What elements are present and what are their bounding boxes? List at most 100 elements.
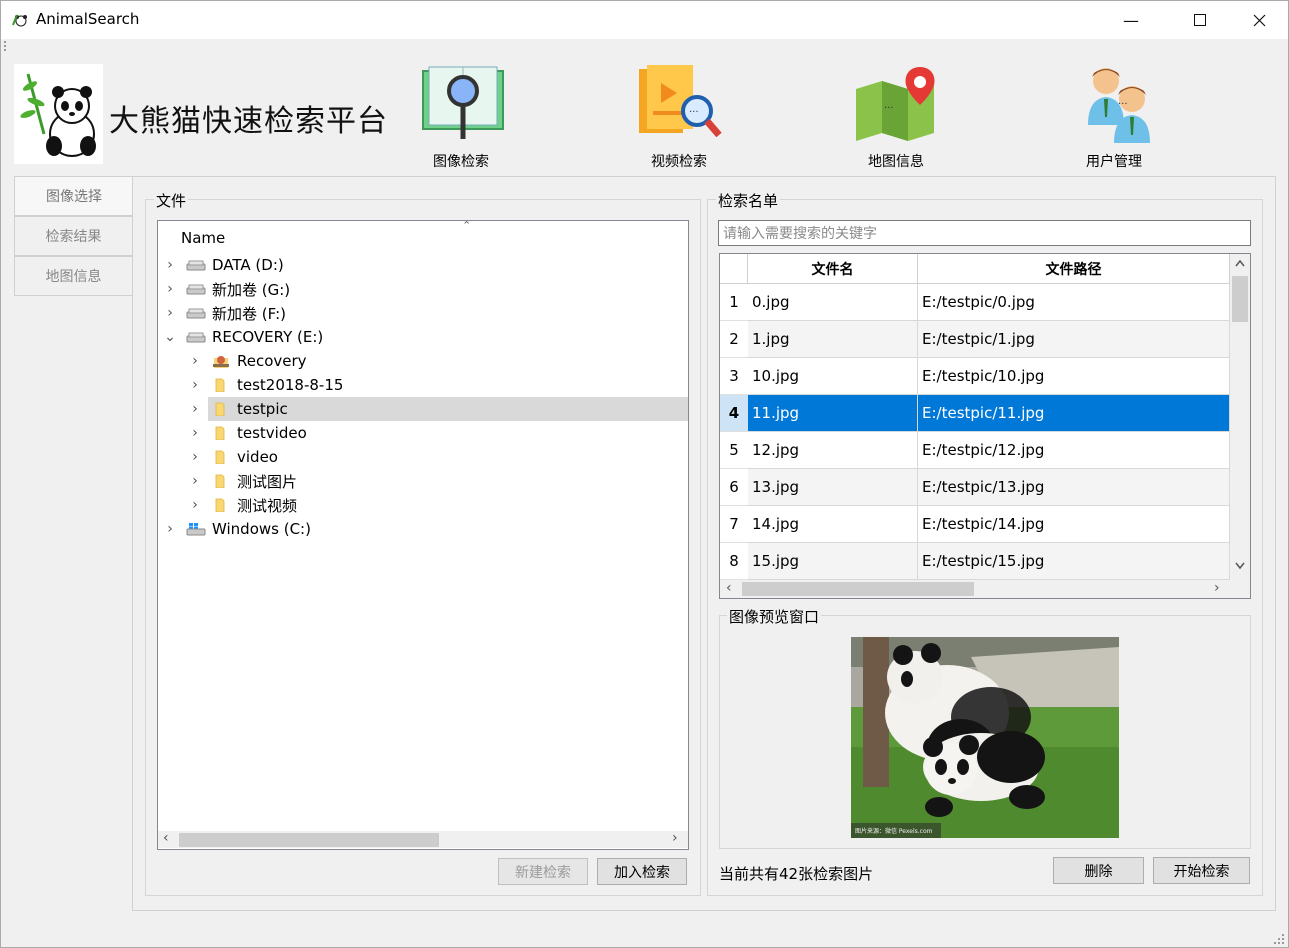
folder-icon (215, 402, 225, 416)
tree-item-label: DATA (D:) (212, 256, 284, 274)
folder-icon (215, 450, 225, 464)
tab-search-results[interactable]: 检索结果 (14, 216, 133, 256)
filepath-cell[interactable]: E:/testpic/1.jpg (918, 321, 1230, 358)
drive-icon (186, 284, 206, 295)
row-number[interactable]: 6 (720, 469, 748, 506)
start-search-button[interactable]: 开始检索 (1153, 857, 1250, 884)
chevron-right-icon[interactable]: › (189, 449, 201, 465)
image-search-label: 图像检索 (433, 154, 489, 170)
tree-item[interactable]: › Windows (C:) (158, 517, 688, 541)
close-button[interactable] (1236, 1, 1282, 39)
scroll-left-icon[interactable]: ‹ (163, 830, 169, 846)
filename-cell[interactable]: 14.jpg (748, 506, 918, 543)
map-info-tool[interactable]: ··· 地图信息 (836, 63, 956, 173)
scroll-right-icon[interactable]: › (672, 830, 678, 846)
resize-grip-icon[interactable] (1273, 933, 1285, 945)
table-scroll-right-icon[interactable]: › (1214, 580, 1220, 596)
filename-cell[interactable]: 11.jpg (748, 395, 918, 432)
tree-item[interactable]: › testpic (192, 397, 688, 421)
chevron-right-icon[interactable]: › (164, 281, 176, 297)
folder-icon (215, 474, 225, 488)
chevron-down-icon[interactable]: ⌄ (164, 329, 176, 345)
video-search-tool[interactable]: ··· 视频检索 (619, 63, 739, 173)
row-number[interactable]: 7 (720, 506, 748, 543)
table-scroll-left-icon[interactable]: ‹ (726, 580, 732, 596)
drive-icon (186, 308, 206, 319)
table-vscroll-thumb[interactable] (1232, 276, 1248, 322)
chevron-right-icon[interactable]: › (189, 497, 201, 513)
row-number[interactable]: 2 (720, 321, 748, 358)
delete-button[interactable]: 删除 (1053, 857, 1144, 884)
new-search-button[interactable]: 新建检索 (498, 858, 588, 885)
filepath-cell[interactable]: E:/testpic/15.jpg (918, 543, 1230, 580)
tree-item[interactable]: › video (158, 445, 688, 469)
tab-map-info[interactable]: 地图信息 (14, 256, 133, 296)
maximize-button[interactable] (1177, 1, 1223, 39)
filename-cell[interactable]: 1.jpg (748, 321, 918, 358)
chevron-right-icon[interactable]: › (189, 377, 201, 393)
tree-item[interactable]: › DATA (D:) (158, 253, 688, 277)
tree-item-label: 新加卷 (G:) (212, 280, 291, 299)
image-search-tool[interactable]: 图像检索 (401, 63, 521, 173)
user-management-tool[interactable]: ··· 用户管理 (1054, 63, 1174, 173)
tree-item[interactable]: ⌄ RECOVERY (E:) (158, 325, 688, 349)
tree-item[interactable]: › test2018-8-15 (158, 373, 688, 397)
windows-drive-icon (186, 523, 206, 536)
tree-horizontal-scrollbar[interactable]: ‹ › (158, 830, 688, 848)
tree-item-label: 测试视频 (237, 496, 298, 515)
filename-cell[interactable]: 0.jpg (748, 284, 918, 321)
filepath-cell[interactable]: E:/testpic/11.jpg (918, 395, 1230, 432)
row-number[interactable]: 5 (720, 432, 748, 469)
chevron-right-icon[interactable]: › (189, 425, 201, 441)
side-tabs: 图像选择 检索结果 地图信息 (14, 176, 133, 296)
tree-item[interactable]: › testvideo (158, 421, 688, 445)
filepath-cell[interactable]: E:/testpic/14.jpg (918, 506, 1230, 543)
filename-cell[interactable]: 10.jpg (748, 358, 918, 395)
window-title: AnimalSearch (36, 10, 140, 28)
chevron-right-icon[interactable]: › (164, 257, 176, 273)
filepath-column-header[interactable]: 文件路径 (918, 254, 1230, 284)
table-hscroll-thumb[interactable] (742, 582, 974, 596)
table-vertical-scrollbar[interactable] (1230, 254, 1250, 580)
keyword-search-input[interactable]: 请输入需要搜索的关键字 (718, 220, 1251, 246)
filename-cell[interactable]: 13.jpg (748, 469, 918, 506)
tree-item-label: RECOVERY (E:) (212, 328, 324, 346)
filename-column-header[interactable]: 文件名 (748, 254, 918, 284)
video-search-label: 视频检索 (651, 154, 707, 170)
row-number[interactable]: 4 (720, 395, 748, 432)
tree-item[interactable]: › 测试图片 (158, 469, 688, 493)
minimize-button[interactable]: — (1108, 1, 1154, 39)
chevron-right-icon[interactable]: › (189, 473, 201, 489)
tab-image-select[interactable]: 图像选择 (14, 176, 133, 216)
row-number[interactable]: 3 (720, 358, 748, 395)
tree-header[interactable]: Name ⌃ (158, 219, 688, 251)
filepath-cell[interactable]: E:/testpic/0.jpg (918, 284, 1230, 321)
row-number[interactable]: 8 (720, 543, 748, 580)
tree-item[interactable]: › 新加卷 (G:) (158, 277, 688, 301)
search-list-table[interactable]: 文件名 文件路径 1 0.jpg E:/testpic/0.jpg 2 1.jpg E:/… (719, 253, 1251, 599)
tree-item[interactable]: › Recovery (158, 349, 688, 373)
toolbar-grip[interactable] (4, 41, 7, 51)
magnifier-book-icon (422, 66, 504, 139)
file-tree[interactable]: Name ⌃ › DATA (D:) › 新加卷 (G:) › 新加卷 (F:) ⌄ RECO… (157, 219, 689, 850)
tree-item[interactable]: › 新加卷 (F:) (158, 301, 688, 325)
users-icon: ··· (1088, 68, 1150, 143)
tree-item-label: 新加卷 (F:) (212, 304, 286, 323)
tree-item[interactable]: › 测试视频 (158, 493, 688, 517)
table-horizontal-scrollbar[interactable]: ‹ › (720, 580, 1250, 598)
chevron-right-icon[interactable]: › (164, 305, 176, 321)
filepath-cell[interactable]: E:/testpic/13.jpg (918, 469, 1230, 506)
chevron-right-icon[interactable]: › (189, 353, 201, 369)
filename-cell[interactable]: 15.jpg (748, 543, 918, 580)
chevron-right-icon[interactable]: › (189, 401, 201, 417)
chevron-right-icon[interactable]: › (164, 521, 176, 537)
filepath-cell[interactable]: E:/testpic/12.jpg (918, 432, 1230, 469)
add-to-search-button[interactable]: 加入检索 (597, 858, 687, 885)
row-number[interactable]: 1 (720, 284, 748, 321)
corner-header[interactable] (720, 254, 748, 284)
tree-scroll-thumb[interactable] (179, 833, 439, 847)
filepath-cell[interactable]: E:/testpic/10.jpg (918, 358, 1230, 395)
filename-cell[interactable]: 12.jpg (748, 432, 918, 469)
scroll-up-icon[interactable] (1235, 259, 1245, 267)
scroll-down-icon[interactable] (1235, 562, 1245, 570)
